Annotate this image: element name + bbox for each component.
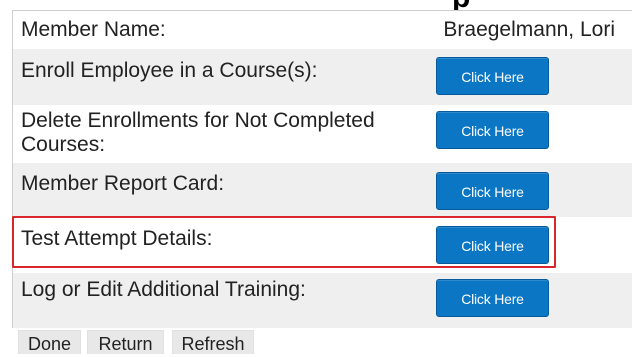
return-button[interactable]: Return (87, 330, 164, 354)
delete-enrollments-button[interactable]: Click Here (436, 111, 549, 149)
footer-actions: Done Return Refresh (12, 328, 632, 354)
delete-enrollments-row: Delete Enrollments for Not Completed Cou… (13, 105, 632, 163)
delete-enrollments-label: Delete Enrollments for Not Completed Cou… (21, 109, 375, 156)
additional-training-button[interactable]: Click Here (436, 279, 549, 317)
enroll-employee-button[interactable]: Click Here (436, 57, 549, 95)
additional-training-label: Log or Edit Additional Training: (21, 278, 306, 301)
member-name-label: Member Name: (21, 18, 166, 41)
done-button[interactable]: Done (18, 330, 81, 354)
refresh-button[interactable]: Refresh (172, 330, 254, 354)
member-report-card-row: Member Report Card: Click Here (13, 163, 632, 217)
member-name-row: Member Name: Braegelmann, Lori (13, 11, 632, 49)
enroll-employee-label: Enroll Employee in a Course(s): (21, 59, 318, 82)
member-details-panel: Member Name: Braegelmann, Lori Enroll Em… (12, 10, 632, 329)
enroll-employee-row: Enroll Employee in a Course(s): Click He… (13, 49, 632, 105)
member-report-card-label: Member Report Card: (21, 172, 225, 195)
additional-training-row: Log or Edit Additional Training: Click H… (13, 273, 632, 329)
member-report-card-button[interactable]: Click Here (436, 172, 549, 210)
member-name-value: Braegelmann, Lori (443, 18, 615, 41)
highlight-box (12, 216, 556, 268)
